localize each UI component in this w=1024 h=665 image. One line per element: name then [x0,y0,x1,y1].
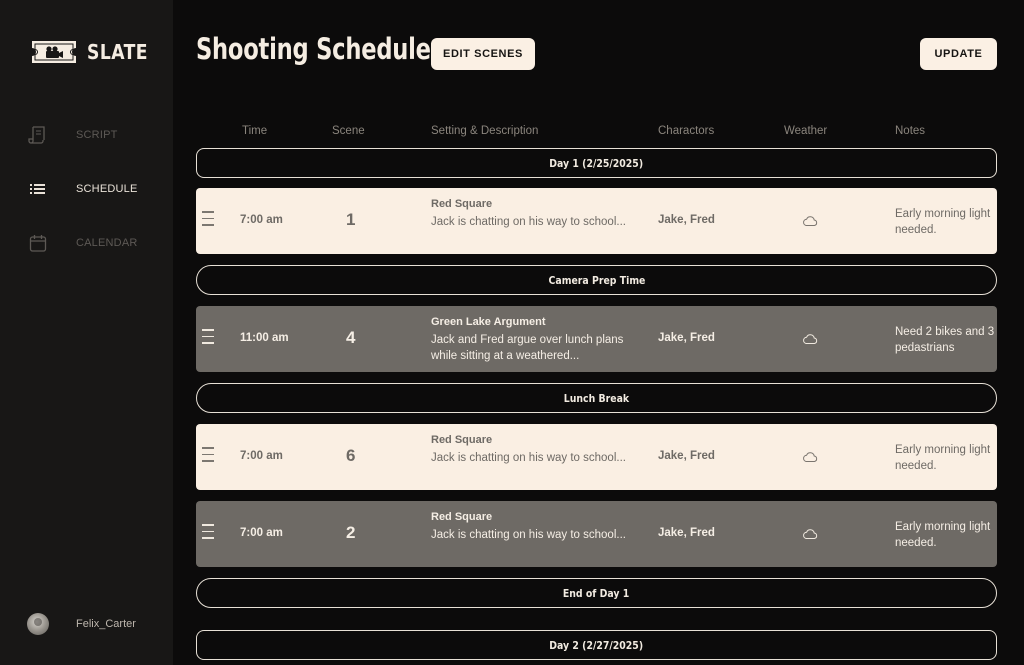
row-description: Jack is chatting on his way to school... [431,452,626,464]
column-header-time: Time [242,125,268,137]
row-characters: Jake, Fred [658,214,715,226]
sidebar-item-calendar[interactable]: CALENDAR [28,233,137,253]
row-characters: Jake, Fred [658,332,715,344]
row-scene: 1 [346,210,356,229]
list-icon [28,179,48,199]
sidebar: SLATE SCRIPT SCHEDULE CALENDAR Felix_Car… [0,0,173,665]
break-label: Camera Prep Time [548,273,645,287]
row-notes: Early morning light needed. [895,208,991,236]
end-of-day-banner[interactable]: End of Day 1 [196,578,997,608]
drag-handle-icon[interactable] [202,329,214,347]
column-header-notes: Notes [895,125,926,137]
sidebar-item-label: SCHEDULE [76,183,138,195]
row-characters: Jake, Fred [658,450,715,462]
row-notes: Early morning light needed. [895,521,991,549]
cloud-icon [803,334,818,344]
calendar-icon [28,233,48,253]
schedule-row[interactable]: 7:00 am 2 Red Square Jack is chatting on… [196,501,997,567]
brand[interactable]: SLATE [30,40,158,64]
script-scroll-icon [28,125,48,145]
schedule-row[interactable]: 7:00 am 6 Red Square Jack is chatting on… [196,424,997,490]
row-setting: Red Square [431,198,493,210]
drag-handle-icon[interactable] [202,447,214,465]
update-button[interactable]: UPDATE [920,38,997,70]
day-header-label: Day 1 (2/25/2025) [549,156,644,170]
film-camera-ticket-icon [32,41,76,63]
drag-handle-icon[interactable] [202,211,214,229]
break-banner[interactable]: Lunch Break [196,383,997,413]
row-characters: Jake, Fred [658,527,715,539]
row-time: 7:00 am [240,450,283,462]
row-description: Jack is chatting on his way to school... [431,529,626,541]
row-time: 7:00 am [240,527,283,539]
cloud-icon [803,452,818,462]
user-name: Felix_Carter [76,618,136,630]
row-setting: Green Lake Argument [431,316,546,328]
sidebar-item-label: SCRIPT [76,129,118,141]
row-description: Jack is chatting on his way to school... [431,216,626,228]
column-header-setting: Setting & Description [431,125,539,137]
day-header[interactable]: Day 1 (2/25/2025) [196,148,997,178]
schedule-row[interactable]: 7:00 am 1 Red Square Jack is chatting on… [196,188,997,254]
row-description: Jack and Fred argue over lunch plans whi… [431,334,624,362]
column-header-scene: Scene [332,125,365,137]
column-header-weather: Weather [784,125,828,137]
break-label: Lunch Break [563,391,630,405]
row-notes: Need 2 bikes and 3 pedastrians [895,326,995,354]
drag-handle-icon[interactable] [202,524,214,542]
day-header[interactable]: Day 2 (2/27/2025) [196,630,997,660]
schedule-row[interactable]: 11:00 am 4 Green Lake Argument Jack and … [196,306,997,372]
edit-scenes-button[interactable]: EDIT SCENES [431,38,535,70]
sidebar-item-script[interactable]: SCRIPT [28,125,117,145]
page-title: Shooting Schedule [196,32,431,66]
row-time: 7:00 am [240,214,283,226]
day-header-label: Day 2 (2/27/2025) [549,638,644,652]
column-header-characters: Charactors [658,125,715,137]
sidebar-item-schedule[interactable]: SCHEDULE [28,179,137,199]
row-setting: Red Square [431,511,493,523]
row-scene: 2 [346,523,356,542]
row-time: 11:00 am [240,332,289,344]
break-banner[interactable]: Camera Prep Time [196,265,997,295]
cloud-icon [803,529,818,539]
end-of-day-label: End of Day 1 [563,586,630,600]
row-scene: 6 [346,446,356,465]
row-notes: Early morning light needed. [895,444,991,472]
sidebar-item-label: CALENDAR [76,237,138,249]
avatar[interactable] [27,613,49,635]
row-scene: 4 [346,328,356,347]
cloud-icon [803,216,818,226]
row-setting: Red Square [431,434,493,446]
user-profile[interactable]: Felix_Carter [27,613,136,635]
app-name: SLATE [87,40,148,64]
